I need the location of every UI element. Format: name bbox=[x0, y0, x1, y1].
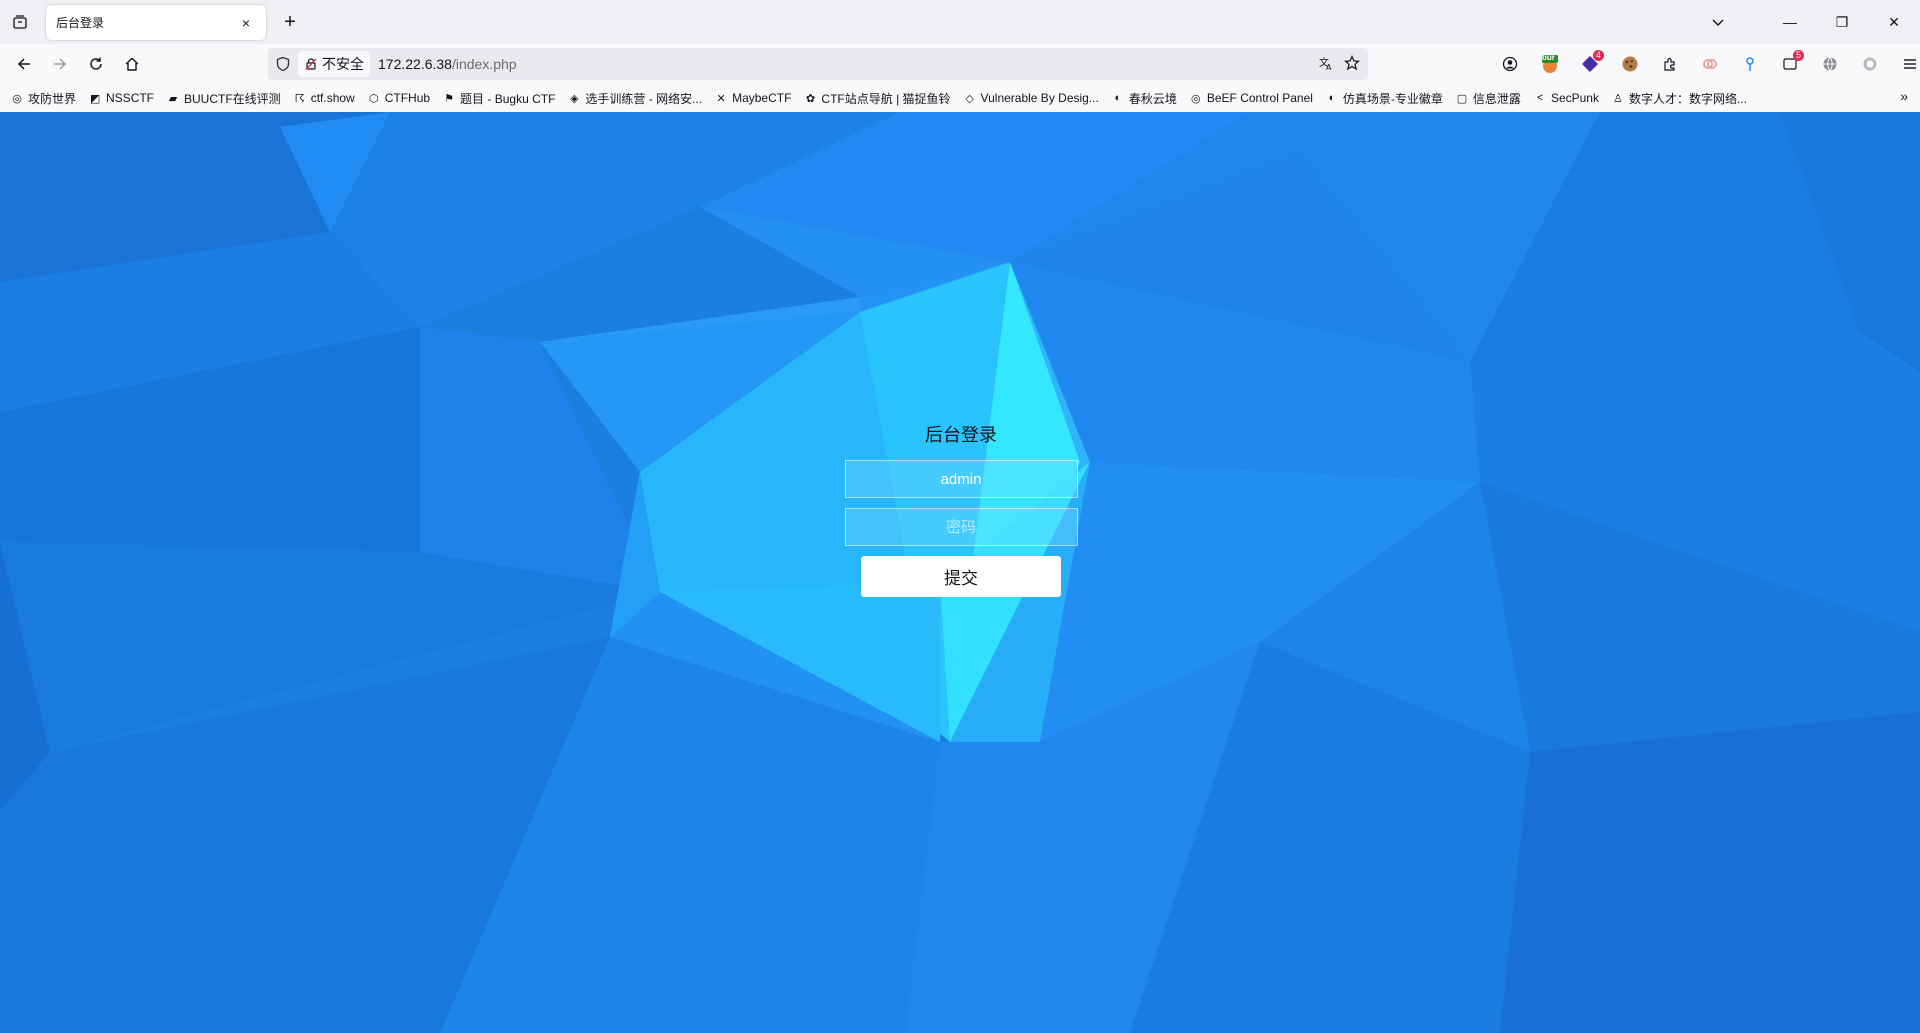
bookmark-item[interactable]: < SecPunk bbox=[1533, 91, 1599, 105]
bookmark-item[interactable]: ▰ BUUCTF在线评测 bbox=[166, 90, 281, 107]
burp-label: bur bbox=[1542, 53, 1555, 62]
bookmark-label: MaybeCTF bbox=[732, 91, 792, 105]
pin-extension-icon[interactable] bbox=[1730, 48, 1770, 80]
cat-icon: ✿ bbox=[805, 92, 816, 105]
bookmark-item[interactable]: ◐ 仿真场景-专业徽章 bbox=[1325, 90, 1443, 107]
security-label: 不安全 bbox=[322, 56, 364, 72]
bookmark-label: 数字人才：数字网络... bbox=[1628, 91, 1747, 106]
bookmark-star-icon[interactable] bbox=[1343, 54, 1361, 74]
forward-icon[interactable] bbox=[44, 48, 76, 80]
password-field[interactable] bbox=[844, 508, 1078, 546]
bookmarks-bar: ◎ 攻防世界 ◩ NSSCTF ▰ BUUCTF在线评测 ☈ ctf.show ⬡ CTFHub ⚑… bbox=[0, 84, 1920, 112]
cube-icon: ◇ bbox=[965, 92, 974, 105]
submit-button[interactable]: 提交 bbox=[861, 556, 1061, 597]
code-icon: < bbox=[1536, 92, 1544, 104]
bookmark-label: CTFHub bbox=[384, 91, 431, 105]
bookmark-item[interactable]: ☈ ctf.show bbox=[293, 91, 355, 105]
account-icon[interactable] bbox=[1490, 48, 1530, 80]
extensions-puzzle-icon[interactable] bbox=[1650, 48, 1690, 80]
window-controls: — ❐ ✕ bbox=[1764, 0, 1920, 44]
tab-strip: 后台登录 × + — ❐ ✕ bbox=[0, 0, 1920, 44]
bookmark-item[interactable]: ⚑ 题目 - Bugku CTF bbox=[442, 90, 555, 107]
login-form: 后台登录 提交 bbox=[843, 422, 1079, 597]
tab-close-icon[interactable]: × bbox=[236, 13, 256, 33]
bookmark-item[interactable]: ◇ Vulnerable By Desig... bbox=[963, 91, 1099, 105]
bookmark-label: BeEF Control Panel bbox=[1206, 91, 1313, 105]
bookmark-label: BUUCTF在线评测 bbox=[184, 91, 281, 106]
bookmark-item[interactable]: ⬡ CTFHub bbox=[367, 91, 430, 105]
bookmark-item[interactable]: ◎ BeEF Control Panel bbox=[1189, 91, 1313, 105]
extensions-toolbar: bur 4 5 bbox=[1490, 48, 1920, 80]
buu-icon: ▰ bbox=[168, 92, 178, 105]
bookmark-label: ctf.show bbox=[310, 91, 355, 105]
nss-icon: ◩ bbox=[89, 92, 101, 105]
back-icon[interactable] bbox=[8, 48, 40, 80]
list-all-tabs-icon[interactable] bbox=[1706, 10, 1730, 34]
hub-icon: ⬡ bbox=[368, 92, 379, 105]
new-tab-button[interactable]: + bbox=[278, 10, 302, 34]
translate-icon[interactable]: 文A bbox=[1318, 55, 1334, 74]
bookmark-item[interactable]: ◈ 选手训练营 - 网络安... bbox=[567, 90, 702, 107]
square-icon: ▢ bbox=[1456, 92, 1468, 105]
globe-icon: ◎ bbox=[12, 92, 22, 105]
globe-icon: ◎ bbox=[1191, 92, 1201, 105]
svg-text:A: A bbox=[1326, 63, 1332, 71]
bookmark-label: 题目 - Bugku CTF bbox=[460, 91, 556, 106]
bookmarks-overflow-icon[interactable]: » bbox=[1900, 88, 1908, 104]
url-path: /index.php bbox=[451, 56, 517, 72]
bookmark-label: 春秋云境 bbox=[1128, 91, 1177, 106]
tab-list-icon[interactable] bbox=[0, 0, 40, 44]
bookmark-label: SecPunk bbox=[1550, 91, 1599, 105]
bookmark-item[interactable]: ◩ NSSCTF bbox=[88, 91, 154, 105]
people-icon: ♙ bbox=[1613, 92, 1623, 105]
home-icon[interactable] bbox=[116, 48, 148, 80]
bookmark-label: Vulnerable By Desig... bbox=[980, 91, 1099, 105]
circle-extension-icon[interactable] bbox=[1850, 48, 1890, 80]
minimize-button[interactable]: — bbox=[1764, 0, 1816, 44]
spiral-icon: ◐ bbox=[1114, 92, 1122, 104]
runner-icon: ☈ bbox=[294, 92, 305, 105]
tracking-shield-icon[interactable] bbox=[268, 56, 298, 72]
bookmark-label: 仿真场景-专业徽章 bbox=[1342, 91, 1443, 106]
insecure-lock-icon bbox=[305, 58, 317, 70]
app-menu-icon[interactable] bbox=[1890, 48, 1920, 80]
link-extension-icon[interactable] bbox=[1690, 48, 1730, 80]
bookmark-label: NSSCTF bbox=[106, 91, 155, 105]
bookmark-item[interactable]: ✿ CTF站点导航 | 猫捉鱼铃 bbox=[803, 90, 951, 107]
reload-icon[interactable] bbox=[80, 48, 112, 80]
notification-extension-icon[interactable]: 5 bbox=[1770, 48, 1810, 80]
spiral-icon: ◐ bbox=[1328, 92, 1336, 104]
url-bar[interactable]: 不安全 172.22.6.38/index.php 文A bbox=[268, 48, 1368, 80]
shield-icon: ◈ bbox=[570, 92, 579, 105]
bookmark-item[interactable]: ▢ 信息泄露 bbox=[1455, 90, 1521, 107]
bookmark-item[interactable]: ♙ 数字人才：数字网络... bbox=[1611, 90, 1747, 107]
restore-button[interactable]: ❐ bbox=[1816, 0, 1868, 44]
url-host: 172.22.6.38 bbox=[378, 56, 452, 72]
username-field[interactable] bbox=[844, 460, 1078, 498]
extension-badge: 5 bbox=[1792, 50, 1804, 61]
hackbar-extension-icon[interactable]: 4 bbox=[1570, 48, 1610, 80]
bookmark-label: 攻防世界 bbox=[28, 91, 77, 106]
bookmark-label: CTF站点导航 | 猫捉鱼铃 bbox=[821, 91, 951, 106]
bookmark-label: 信息泄露 bbox=[1472, 91, 1521, 106]
cookie-extension-icon[interactable] bbox=[1610, 48, 1650, 80]
site-security-indicator[interactable]: 不安全 bbox=[298, 51, 370, 77]
bookmark-item[interactable]: ✕ MaybeCTF bbox=[714, 91, 791, 105]
bookmark-item[interactable]: ◐ 春秋云境 bbox=[1111, 90, 1177, 107]
close-window-button[interactable]: ✕ bbox=[1868, 0, 1920, 44]
maybe-icon: ✕ bbox=[716, 92, 726, 105]
nav-toolbar: 不安全 172.22.6.38/index.php 文A bur 4 5 bbox=[0, 44, 1920, 84]
proxy-extension-icon[interactable] bbox=[1810, 48, 1850, 80]
extension-badge: 4 bbox=[1592, 50, 1604, 61]
flag-icon: ⚑ bbox=[444, 92, 454, 105]
bookmark-label: 选手训练营 - 网络安... bbox=[585, 91, 703, 106]
tab-title: 后台登录 bbox=[56, 16, 105, 30]
page-content: 后台登录 提交 bbox=[0, 112, 1920, 1033]
bookmark-item[interactable]: ◎ 攻防世界 bbox=[10, 90, 76, 107]
burp-extension-icon[interactable]: bur bbox=[1530, 48, 1570, 80]
login-title: 后台登录 bbox=[925, 425, 997, 445]
tab-active[interactable]: 后台登录 × bbox=[46, 5, 266, 40]
